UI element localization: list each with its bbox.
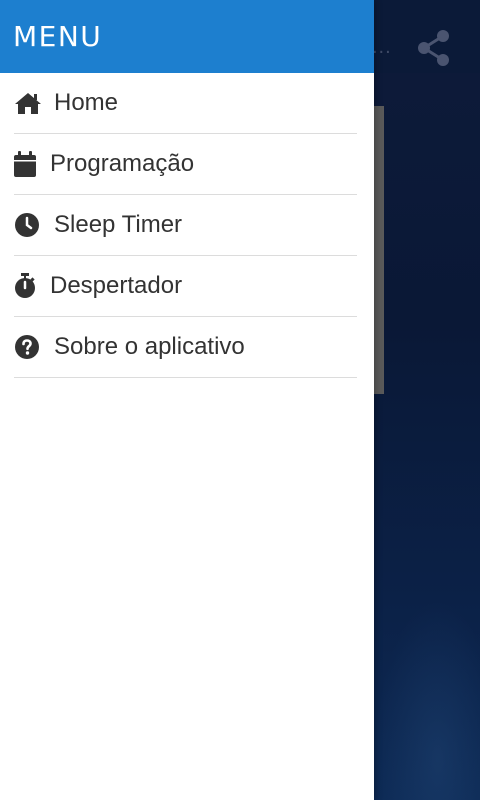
- menu-item-label: Despertador: [50, 272, 183, 299]
- menu-item-sleep-timer[interactable]: Sleep Timer: [14, 195, 357, 256]
- home-icon: [14, 89, 42, 117]
- drawer-title: MENU: [13, 20, 103, 53]
- share-icon[interactable]: [416, 28, 452, 68]
- menu-list: Home Programação Sleep Timer Despertador…: [0, 73, 374, 378]
- menu-item-programacao[interactable]: Programação: [14, 134, 357, 195]
- clock-icon: [14, 211, 42, 239]
- background-app-title: ...: [372, 36, 392, 58]
- navigation-drawer: MENU Home Programação Sleep Timer Desper…: [0, 0, 374, 800]
- calendar-icon: [14, 150, 38, 178]
- drawer-header: MENU: [0, 0, 374, 73]
- menu-item-sobre[interactable]: Sobre o aplicativo: [14, 317, 357, 378]
- help-icon: [14, 333, 42, 361]
- menu-item-label: Programação: [50, 150, 195, 177]
- background-scroll-panel: [374, 106, 384, 394]
- menu-item-label: Sobre o aplicativo: [54, 333, 245, 360]
- background-glow: [374, 600, 480, 800]
- menu-item-label: Sleep Timer: [54, 211, 183, 238]
- app-screen: ... MENU Home Programação Sleep Timer De…: [0, 0, 480, 800]
- menu-item-home[interactable]: Home: [14, 73, 357, 134]
- menu-item-label: Home: [54, 89, 119, 116]
- stopwatch-icon: [14, 272, 38, 300]
- menu-item-despertador[interactable]: Despertador: [14, 256, 357, 317]
